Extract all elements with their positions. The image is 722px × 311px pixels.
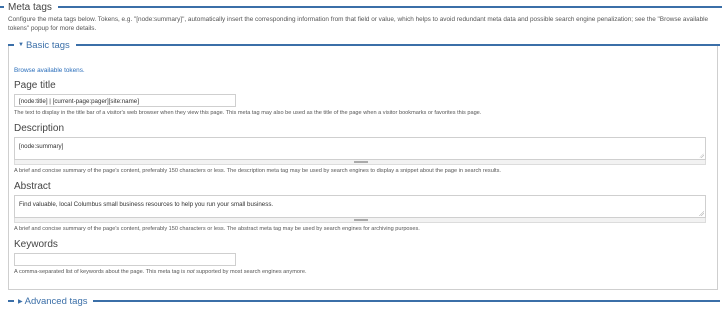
abstract-label: Abstract bbox=[14, 181, 51, 192]
abstract-help: A brief and concise summary of the page'… bbox=[14, 226, 420, 232]
keywords-label: Keywords bbox=[14, 239, 58, 250]
keywords-help-text-end: supported by most search engines anymore… bbox=[194, 269, 307, 275]
resize-handle-icon[interactable] bbox=[699, 211, 704, 216]
basic-tags-legend[interactable]: ▼ Basic tags bbox=[8, 39, 720, 51]
legend-line bbox=[8, 300, 14, 302]
basic-tags-toggle[interactable]: Basic tags bbox=[26, 40, 70, 51]
description-label: Description bbox=[14, 123, 65, 134]
advanced-tags-toggle[interactable]: Advanced tags bbox=[25, 296, 88, 307]
triangle-down-icon: ▼ bbox=[18, 42, 24, 48]
page-title-input[interactable]: [node:title] | [current-page:pager][site… bbox=[14, 94, 236, 107]
keywords-input[interactable] bbox=[14, 253, 236, 266]
legend-line bbox=[57, 6, 722, 8]
abstract-value: Find valuable, local Columbus small busi… bbox=[19, 201, 274, 208]
legend-line bbox=[0, 6, 4, 8]
advanced-tags-legend[interactable]: ▶ Advanced tags bbox=[8, 295, 720, 307]
page-title-label: Page title bbox=[14, 80, 56, 91]
browse-tokens-link[interactable]: Browse available tokens. bbox=[14, 67, 85, 74]
abstract-textarea[interactable]: Find valuable, local Columbus small busi… bbox=[14, 195, 706, 218]
keywords-help-text: A comma-separated list of keywords about… bbox=[14, 269, 187, 275]
abstract-grippie[interactable] bbox=[14, 218, 706, 223]
grip-icon bbox=[354, 219, 368, 221]
keywords-help-emphasis: not bbox=[186, 269, 195, 275]
meta-tags-legend: Meta tags bbox=[0, 0, 722, 14]
meta-tags-description: Configure the meta tags below. Tokens, e… bbox=[8, 16, 709, 32]
description-value: [node:summary] bbox=[19, 143, 64, 150]
page-title-help: The text to display in the title bar of … bbox=[14, 110, 482, 116]
legend-line bbox=[75, 44, 720, 46]
description-grippie[interactable] bbox=[14, 160, 706, 165]
resize-handle-icon[interactable] bbox=[699, 153, 704, 158]
legend-line bbox=[8, 44, 14, 46]
legend-line bbox=[93, 300, 720, 302]
description-textarea[interactable]: [node:summary] bbox=[14, 137, 706, 160]
keywords-help: A comma-separated list of keywords about… bbox=[14, 269, 307, 275]
meta-tags-title: Meta tags bbox=[8, 1, 52, 13]
triangle-right-icon: ▶ bbox=[18, 298, 23, 305]
grip-icon bbox=[354, 161, 368, 163]
description-help: A brief and concise summary of the page'… bbox=[14, 168, 501, 174]
